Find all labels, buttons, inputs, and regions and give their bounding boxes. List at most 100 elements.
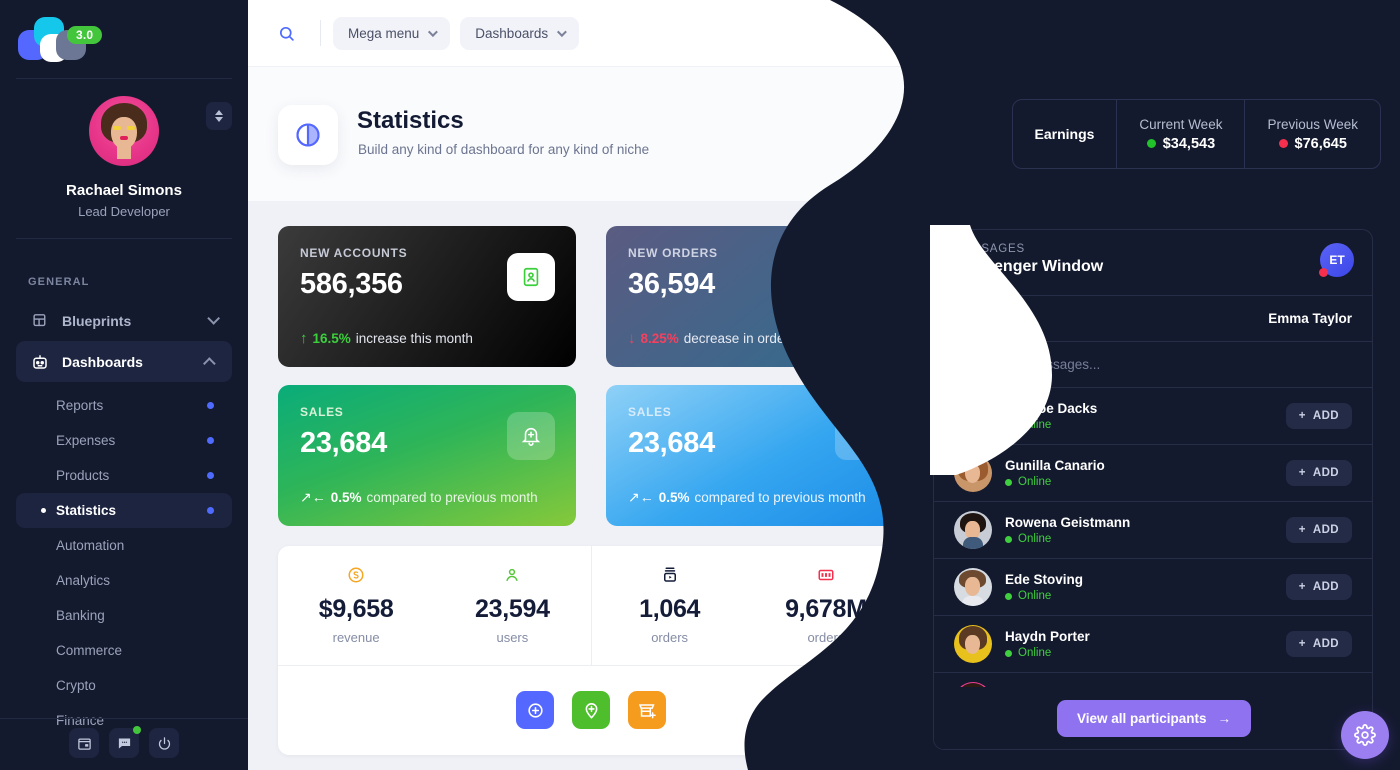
add-location-button[interactable] bbox=[572, 691, 610, 729]
sidebar-nav: Blueprints Dashboards Reports Expenses P… bbox=[0, 300, 248, 738]
earnings-label-cell: Earnings bbox=[1013, 100, 1117, 168]
participant-name: Haydn Porter bbox=[1005, 629, 1090, 644]
kpi-revenue: $9,658 revenue bbox=[278, 546, 434, 665]
arrow-flat-icon: ↗← bbox=[628, 489, 654, 505]
arrow-down-icon: ↓ bbox=[628, 330, 636, 347]
add-participant-button[interactable]: + ADD bbox=[1285, 574, 1352, 600]
participants-list: Munroe Dacks Online + ADD Gunilla Canari… bbox=[934, 388, 1372, 694]
blueprint-icon bbox=[30, 311, 50, 331]
plus-icon: + bbox=[1298, 524, 1306, 536]
list-item[interactable]: Gunilla Canario Online + ADD bbox=[934, 445, 1372, 502]
kpi-actions bbox=[278, 666, 904, 754]
sidebar-subitem-label: Automation bbox=[56, 538, 125, 553]
arrow-right-icon: → bbox=[1217, 710, 1232, 726]
view-all-participants-button[interactable]: View all participants → bbox=[1056, 699, 1252, 737]
participant-meta: Haydn Porter Online bbox=[1005, 629, 1286, 659]
stat-footer: ↗← 0.5% compared to previous month bbox=[300, 489, 538, 506]
sidebar-subitem-crypto[interactable]: Crypto bbox=[16, 668, 232, 703]
sidebar-subitem-automation[interactable]: Automation bbox=[16, 528, 232, 563]
status-text: Online bbox=[1018, 419, 1052, 431]
sidebar-item-blueprints[interactable]: Blueprints bbox=[16, 300, 232, 341]
sidebar-subitem-commerce[interactable]: Commerce bbox=[16, 633, 232, 668]
sidebar-item-dashboards[interactable]: Dashboards bbox=[16, 341, 232, 382]
coin-icon bbox=[347, 566, 365, 589]
dashboards-dropdown[interactable]: Dashboards bbox=[460, 16, 580, 50]
profile-name: Rachael Simons bbox=[66, 182, 182, 199]
avatar-initials: ET bbox=[1329, 253, 1345, 267]
sidebar-subitem-label: Banking bbox=[56, 608, 105, 623]
sidebar-subitem-expenses[interactable]: Expenses bbox=[16, 423, 232, 458]
sidebar-subitem-banking[interactable]: Banking bbox=[16, 598, 232, 633]
add-participant-button[interactable]: + ADD bbox=[1285, 517, 1352, 543]
add-participant-button[interactable]: + ADD bbox=[1285, 460, 1352, 486]
chevron-up-icon bbox=[215, 110, 223, 115]
list-item[interactable]: Munroe Dacks Online + ADD bbox=[934, 388, 1372, 445]
messages-button[interactable] bbox=[1310, 16, 1344, 51]
language-flag-button[interactable] bbox=[1267, 16, 1300, 50]
messenger-user-avatar[interactable]: ET bbox=[1319, 243, 1354, 277]
sidebar-subitem-label: Statistics bbox=[56, 503, 117, 518]
sidebar-subitem-label: Commerce bbox=[56, 643, 123, 658]
online-dot bbox=[1005, 478, 1012, 486]
participant-name: Ede Stoving bbox=[1005, 572, 1084, 587]
avatar bbox=[954, 397, 992, 435]
stat-footer: ↑ 16.5% increase this month bbox=[300, 330, 473, 347]
participant-meta: Ede Stoving Online bbox=[1005, 572, 1286, 602]
sidebar-subitem-label: Finance bbox=[56, 713, 105, 728]
printer-icon bbox=[661, 566, 679, 589]
notifications-button[interactable] bbox=[1224, 15, 1258, 50]
chevron-up-icon bbox=[203, 357, 216, 370]
stat-card-sales-green[interactable]: SALES 23,684 ↗← 0.5% compared to previou… bbox=[278, 385, 576, 526]
earnings-amount: $34,543 bbox=[1162, 135, 1216, 152]
sidebar-subitem-reports[interactable]: Reports bbox=[16, 388, 232, 423]
status-dot bbox=[207, 437, 214, 444]
stat-card-new-orders[interactable]: NEW ORDERS 36,594 ↓ 8.25% decrease in or… bbox=[606, 226, 904, 367]
page-subtitle: Build any kind of dashboard for any kind… bbox=[358, 142, 650, 157]
add-circle-button[interactable] bbox=[516, 691, 554, 729]
kpi-value: $9,658 bbox=[318, 595, 394, 623]
earnings-value: $76,645 bbox=[1278, 136, 1347, 152]
sidebar-item-label: Dashboards bbox=[62, 353, 143, 370]
add-store-button[interactable] bbox=[628, 691, 666, 729]
app-logo[interactable]: 3.0 bbox=[18, 14, 148, 62]
sidebar-section-label: GENERAL bbox=[28, 276, 90, 288]
status-text: Online bbox=[1018, 533, 1052, 545]
list-item[interactable]: Haydn Porter Online + ADD bbox=[934, 616, 1372, 673]
list-item[interactable]: Rowena Geistmann Online + ADD bbox=[934, 502, 1372, 559]
stat-card-sales-blue[interactable]: SALES 23,684 ↗← 0.5% compared to previou… bbox=[606, 385, 904, 526]
add-participant-button[interactable]: + ADD bbox=[1285, 403, 1352, 429]
delete-all-button[interactable]: Delete all bbox=[954, 311, 1013, 326]
mega-menu-dropdown[interactable]: Mega menu bbox=[333, 16, 451, 50]
messenger-search[interactable] bbox=[934, 342, 1372, 388]
profile-avatar[interactable] bbox=[89, 96, 159, 166]
calendar-button[interactable] bbox=[69, 728, 99, 758]
chevron-down-icon bbox=[215, 117, 223, 122]
settings-fab-button[interactable] bbox=[1341, 711, 1389, 759]
participant-status: Online bbox=[1005, 590, 1286, 602]
user-avatar-button[interactable] bbox=[1353, 16, 1386, 50]
avatar bbox=[954, 568, 992, 606]
power-button[interactable] bbox=[149, 728, 179, 758]
messenger-title: Messenger Window bbox=[954, 258, 1104, 275]
toolbar-divider bbox=[320, 20, 321, 46]
stat-foot-text: increase this month bbox=[355, 331, 473, 346]
sidebar-subitem-analytics[interactable]: Analytics bbox=[16, 563, 232, 598]
thumbs-up-icon bbox=[835, 253, 883, 301]
earnings-previous-week: Previous Week $76,645 bbox=[1244, 100, 1380, 168]
list-item[interactable]: Ede Stoving Online + ADD bbox=[934, 559, 1372, 616]
participant-status: Online bbox=[1005, 533, 1286, 545]
stat-card-new-accounts[interactable]: NEW ACCOUNTS 586,356 ↑ 16.5% increase th… bbox=[278, 226, 576, 367]
sidebar-subitem-products[interactable]: Products bbox=[16, 458, 232, 493]
search-input[interactable] bbox=[981, 357, 1352, 372]
chat-button[interactable] bbox=[109, 726, 141, 758]
kpi-caption: users bbox=[496, 630, 529, 645]
sidebar: 3.0 Rachael Simons Lead Developer GENERA… bbox=[0, 0, 248, 770]
participant-status: Online bbox=[1005, 476, 1286, 488]
status-text: Online bbox=[1018, 476, 1052, 488]
kpi-users: 23,594 users bbox=[434, 546, 592, 665]
add-participant-button[interactable]: + ADD bbox=[1285, 631, 1352, 657]
search-icon[interactable] bbox=[264, 25, 308, 42]
counter-icon bbox=[817, 566, 835, 589]
sidebar-subitem-statistics[interactable]: Statistics bbox=[16, 493, 232, 528]
profile-switcher-button[interactable] bbox=[206, 102, 232, 130]
